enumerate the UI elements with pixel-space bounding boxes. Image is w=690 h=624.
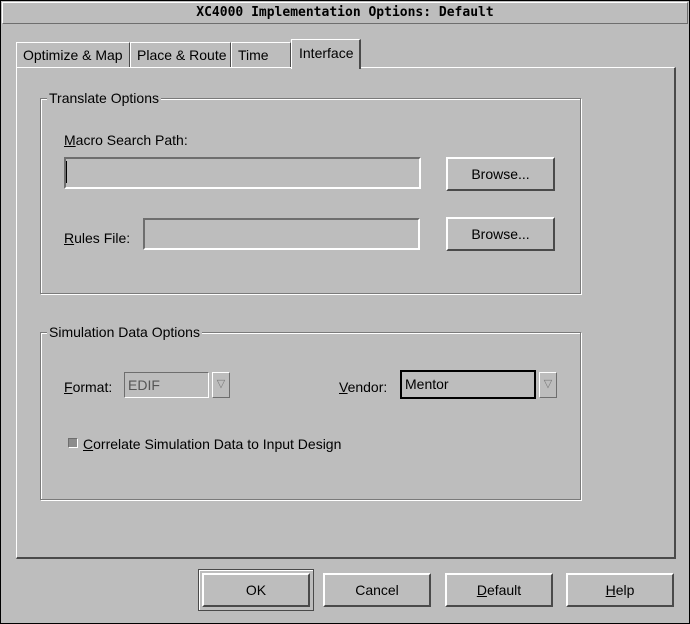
format-label: Format: bbox=[64, 379, 112, 395]
translate-options-group: Translate Options bbox=[40, 90, 581, 294]
tab-label: Time bbox=[238, 47, 269, 63]
macro-search-path-label-text: acro Search Path: bbox=[75, 132, 188, 148]
default-mnemonic: D bbox=[476, 582, 487, 598]
tab-label: Optimize & Map bbox=[23, 47, 123, 63]
tab-time[interactable]: Time bbox=[231, 42, 291, 68]
browse-macro-path-button[interactable]: Browse... bbox=[446, 157, 555, 191]
tab-label: Interface bbox=[299, 45, 354, 61]
help-label-rest: elp bbox=[615, 582, 635, 598]
macro-search-path-mnemonic: M bbox=[64, 132, 76, 148]
simulation-data-options-group: Simulation Data Options bbox=[40, 324, 581, 500]
format-mnemonic: F bbox=[64, 379, 73, 395]
browse-rules-file-button[interactable]: Browse... bbox=[446, 217, 555, 251]
rules-file-label-text: ules File: bbox=[74, 230, 131, 246]
format-label-text: ormat: bbox=[72, 379, 113, 395]
tab-label: Place & Route bbox=[137, 47, 227, 63]
format-select: EDIF bbox=[124, 372, 209, 398]
help-mnemonic: H bbox=[605, 582, 616, 598]
cancel-button[interactable]: Cancel bbox=[323, 573, 431, 607]
vendor-mnemonic: V bbox=[339, 379, 348, 395]
translate-options-heading: Translate Options bbox=[47, 90, 161, 106]
macro-search-path-input[interactable] bbox=[64, 157, 421, 189]
tab-interface[interactable]: Interface bbox=[291, 39, 361, 69]
macro-search-path-label: Macro Search Path: bbox=[64, 132, 188, 148]
correlate-checkbox[interactable] bbox=[68, 438, 78, 448]
correlate-label: Correlate Simulation Data to Input Desig… bbox=[83, 436, 341, 452]
tab-place-route[interactable]: Place & Route bbox=[130, 42, 231, 68]
simulation-data-options-heading: Simulation Data Options bbox=[47, 324, 202, 340]
rules-file-input[interactable] bbox=[143, 218, 420, 250]
vendor-label: Vendor: bbox=[339, 379, 387, 395]
interface-panel: Translate Options Macro Search Path: Bro… bbox=[16, 67, 676, 559]
vendor-select[interactable]: Mentor bbox=[400, 370, 536, 399]
default-button[interactable]: Default bbox=[445, 573, 553, 607]
tab-optimize-map[interactable]: Optimize & Map bbox=[16, 42, 130, 68]
correlate-label-text: orrelate Simulation Data to Input Design bbox=[93, 436, 342, 452]
rules-file-mnemonic: R bbox=[64, 230, 75, 246]
ok-button[interactable]: OK bbox=[202, 573, 310, 607]
text-caret bbox=[66, 161, 67, 183]
window-title: XC4000 Implementation Options: Default bbox=[2, 2, 688, 24]
rules-file-label: Rules File: bbox=[64, 230, 130, 246]
help-button[interactable]: Help bbox=[566, 573, 674, 607]
default-label-rest: efault bbox=[486, 582, 522, 598]
correlate-mnemonic: C bbox=[83, 436, 94, 452]
chevron-down-icon[interactable]: ▽ bbox=[539, 372, 557, 398]
chevron-down-icon: ▽ bbox=[212, 372, 230, 398]
dialog-window: XC4000 Implementation Options: Default O… bbox=[0, 0, 690, 624]
vendor-label-text: endor: bbox=[347, 379, 388, 395]
